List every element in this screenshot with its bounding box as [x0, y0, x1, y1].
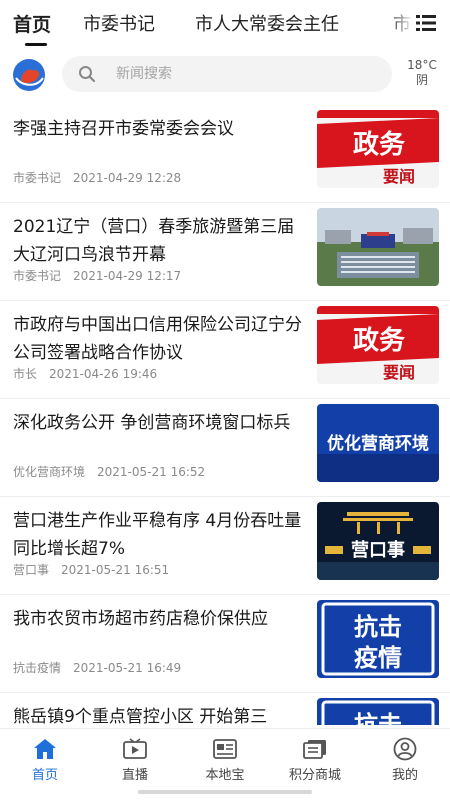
tab-home[interactable]: 首页	[13, 10, 51, 37]
news-source: 市委书记	[13, 269, 62, 283]
news-item[interactable]: 市政府与中国出口信用保险公司辽宁分公司签署战略合作协议 市长 2021-04-26…	[0, 301, 450, 399]
news-meta: 市委书记 2021-04-29 12:28	[13, 169, 181, 186]
local-news-icon	[213, 739, 237, 759]
profile-icon	[393, 737, 417, 761]
tabs-fade	[388, 0, 414, 44]
nav-label: 积分商城	[288, 768, 341, 783]
search-input[interactable]	[116, 56, 376, 92]
thumb-text: 营口事	[351, 539, 405, 561]
news-source: 营口事	[13, 563, 50, 577]
tab-party-secretary[interactable]: 市委书记	[83, 10, 155, 36]
news-time: 2021-04-29 12:28	[73, 171, 182, 185]
nav-live[interactable]: 直播	[95, 737, 175, 783]
news-item[interactable]: 营口港生产作业平稳有序 4月份吞吐量同比增长超7% 营口事 2021-05-21 …	[0, 497, 450, 595]
thumb-text: 抗击	[354, 613, 402, 641]
points-mall-icon	[303, 740, 326, 759]
thumb-text: 疫情	[354, 644, 402, 672]
active-tab-indicator	[25, 43, 47, 46]
news-meta: 市长 2021-04-26 19:46	[13, 365, 157, 382]
news-item[interactable]: 我市农贸市场超市药店稳价保供应 抗击疫情 2021-05-21 16:49 抗击 …	[0, 595, 450, 693]
news-source: 抗击疫情	[13, 661, 62, 675]
channel-menu-icon[interactable]	[416, 15, 436, 31]
news-source: 优化营商环境	[13, 465, 86, 479]
news-meta: 抗击疫情 2021-05-21 16:49	[13, 659, 181, 676]
nav-points-mall[interactable]: 积分商城	[275, 737, 355, 783]
search-icon	[79, 66, 96, 83]
news-item[interactable]: 2021辽宁（营口）春季旅游暨第三届大辽河口鸟浪节开幕 市委书记 2021-04-…	[0, 203, 450, 301]
news-item[interactable]: 深化政务公开 争创营商环境窗口标兵 优化营商环境 2021-05-21 16:52…	[0, 399, 450, 497]
top-tab-bar: 首页 市委书记 市人大常委会主任 市	[0, 0, 450, 48]
news-time: 2021-04-29 12:17	[73, 269, 182, 283]
home-icon	[34, 739, 56, 759]
search-box[interactable]	[62, 56, 392, 92]
app-logo-icon	[13, 59, 45, 91]
thumb-text: 要闻	[383, 167, 415, 186]
news-meta: 优化营商环境 2021-05-21 16:52	[13, 463, 205, 480]
news-meta: 营口事 2021-05-21 16:51	[13, 561, 169, 578]
news-thumbnail: 抗击 疫情	[317, 600, 439, 678]
news-title: 深化政务公开 争创营商环境窗口标兵	[13, 413, 291, 433]
news-thumbnail: 抗击	[317, 698, 439, 725]
news-time: 2021-05-21 16:51	[61, 563, 170, 577]
thumb-text: 抗击	[354, 711, 402, 725]
news-source: 市长	[13, 367, 38, 381]
news-thumbnail: 政务 要闻	[317, 110, 439, 188]
weather-temperature: 18°C	[407, 58, 437, 72]
weather-condition: 阴	[415, 73, 428, 87]
nav-home[interactable]: 首页	[5, 737, 85, 783]
thumb-text: 政务	[353, 325, 405, 356]
news-list: 李强主持召开市委常委会会议 市委书记 2021-04-29 12:28 政务 要闻…	[0, 105, 450, 725]
news-title: 我市农贸市场超市药店稳价保供应	[13, 609, 268, 629]
nav-label: 本地宝	[205, 768, 245, 783]
news-time: 2021-05-21 16:52	[97, 465, 206, 479]
news-meta: 市委书记 2021-04-29 12:17	[13, 267, 181, 284]
search-row: 18°C 阴	[0, 52, 450, 98]
news-time: 2021-04-26 19:46	[49, 367, 158, 381]
news-source: 市委书记	[13, 171, 62, 185]
nav-label: 我的	[391, 768, 418, 783]
news-title: 营口港生产作业平稳有序 4月份吞吐量同比增长超7%	[13, 511, 302, 559]
news-item[interactable]: 李强主持召开市委常委会会议 市委书记 2021-04-29 12:28 政务 要闻	[0, 105, 450, 203]
nav-label: 首页	[31, 768, 58, 783]
tab-congress-director[interactable]: 市人大常委会主任	[195, 10, 339, 36]
thumb-text: 政务	[353, 129, 405, 160]
news-title: 市政府与中国出口信用保险公司辽宁分公司签署战略合作协议	[13, 315, 302, 363]
thumb-text: 优化营商环境	[327, 433, 429, 454]
nav-local[interactable]: 本地宝	[185, 737, 265, 783]
news-item[interactable]: 熊岳镇9个重点管控小区 开始第三 抗击	[0, 693, 450, 725]
news-title: 李强主持召开市委常委会会议	[13, 119, 234, 139]
weather-widget[interactable]: 18°C 阴	[402, 58, 442, 88]
news-thumbnail: 营口事	[317, 502, 439, 580]
news-thumbnail: 优化营商环境	[317, 404, 439, 482]
live-video-icon	[123, 738, 147, 759]
news-thumbnail: 政务 要闻	[317, 306, 439, 384]
thumb-text: 要闻	[383, 363, 415, 382]
nav-profile[interactable]: 我的	[365, 737, 445, 783]
news-title: 熊岳镇9个重点管控小区 开始第三	[13, 707, 268, 725]
home-indicator	[138, 790, 312, 794]
nav-label: 直播	[121, 768, 148, 783]
news-time: 2021-05-21 16:49	[73, 661, 182, 675]
news-thumbnail-photo	[317, 208, 439, 286]
news-title: 2021辽宁（营口）春季旅游暨第三届大辽河口鸟浪节开幕	[13, 217, 295, 265]
